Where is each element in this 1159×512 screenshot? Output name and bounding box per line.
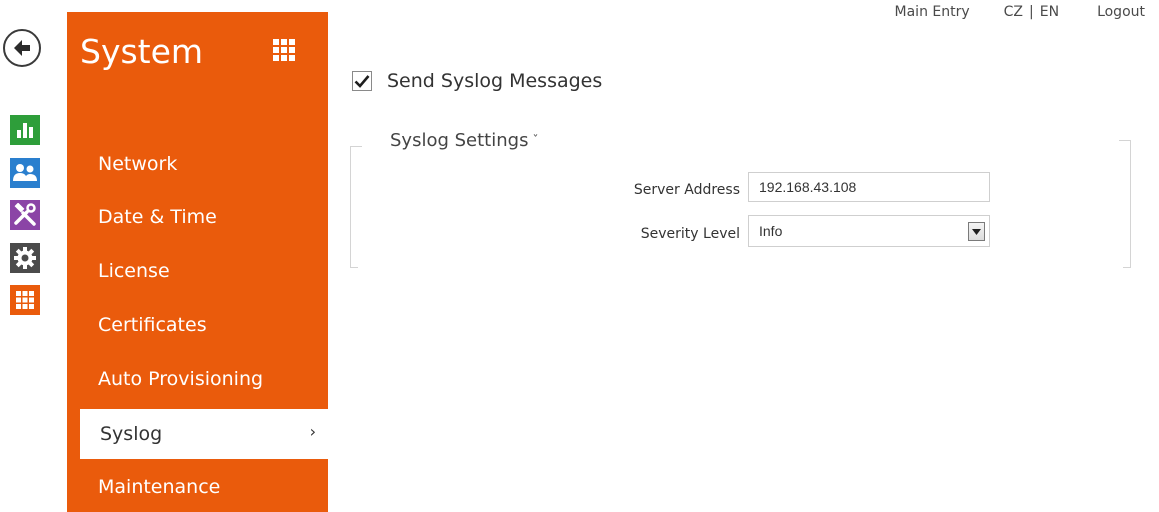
rail-status-button[interactable] [10, 115, 40, 145]
severity-level-value: Info [759, 223, 783, 239]
send-syslog-checkbox[interactable]: Send Syslog Messages [352, 70, 602, 92]
language-switcher: CZ | EN [1004, 4, 1059, 20]
section-border [350, 267, 358, 268]
bar-chart-icon [17, 123, 33, 138]
sidebar-title: System [80, 32, 204, 71]
send-syslog-label: Send Syslog Messages [387, 70, 603, 92]
severity-level-select[interactable]: Info [748, 215, 990, 247]
lang-cz-link[interactable]: CZ [1004, 4, 1023, 20]
lang-en-link[interactable]: EN [1040, 4, 1059, 20]
dropdown-arrow-icon[interactable] [968, 222, 985, 241]
page-root: System Network Date & Time License Certi… [0, 0, 1159, 512]
sidebar-item-maintenance[interactable]: Maintenance [80, 464, 328, 510]
sidebar-item-network[interactable]: Network [80, 141, 328, 187]
rail-hardware-button[interactable] [10, 200, 40, 230]
sidebar-item-auto-provisioning[interactable]: Auto Provisioning [80, 356, 328, 402]
top-links: Main Entry CZ | EN Logout [895, 4, 1145, 20]
sidebar-item-date-time[interactable]: Date & Time [80, 194, 328, 240]
back-arrow-icon [14, 40, 30, 56]
sidebar-item-certificates[interactable]: Certificates [80, 302, 328, 348]
chevron-right-icon: › [309, 422, 316, 441]
tools-icon [14, 203, 36, 226]
main-entry-link[interactable]: Main Entry [895, 4, 970, 20]
users-icon [13, 164, 37, 181]
chevron-down-icon: ˇ [532, 133, 539, 147]
section-border [350, 146, 362, 147]
sidebar-item-syslog[interactable]: Syslog › [80, 409, 328, 459]
section-title: Syslog Settings [390, 130, 529, 151]
syslog-settings-toggle[interactable]: Syslog Settings ˇ [388, 130, 541, 151]
sidebar: System Network Date & Time License Certi… [67, 12, 328, 512]
gear-icon [14, 247, 36, 269]
server-address-input[interactable] [748, 172, 990, 202]
sidebar-grid-icon[interactable] [273, 39, 295, 61]
rail-services-button[interactable] [10, 243, 40, 273]
sidebar-item-license[interactable]: License [80, 248, 328, 294]
checkmark-icon [354, 75, 370, 88]
section-border [1123, 267, 1131, 268]
section-border [350, 146, 351, 268]
section-border [1130, 140, 1131, 268]
lang-separator: | [1029, 4, 1034, 20]
sidebar-item-label: Syslog [100, 423, 163, 445]
severity-level-label: Severity Level [640, 226, 740, 242]
back-button[interactable] [3, 29, 41, 67]
logout-link[interactable]: Logout [1097, 4, 1145, 20]
rail-system-button[interactable] [10, 285, 40, 315]
syslog-settings-section: Syslog Settings ˇ [350, 130, 1131, 268]
server-address-label: Server Address [633, 182, 740, 198]
checkbox-box[interactable] [352, 71, 372, 91]
rail-directory-button[interactable] [10, 158, 40, 188]
grid-icon [16, 291, 34, 309]
